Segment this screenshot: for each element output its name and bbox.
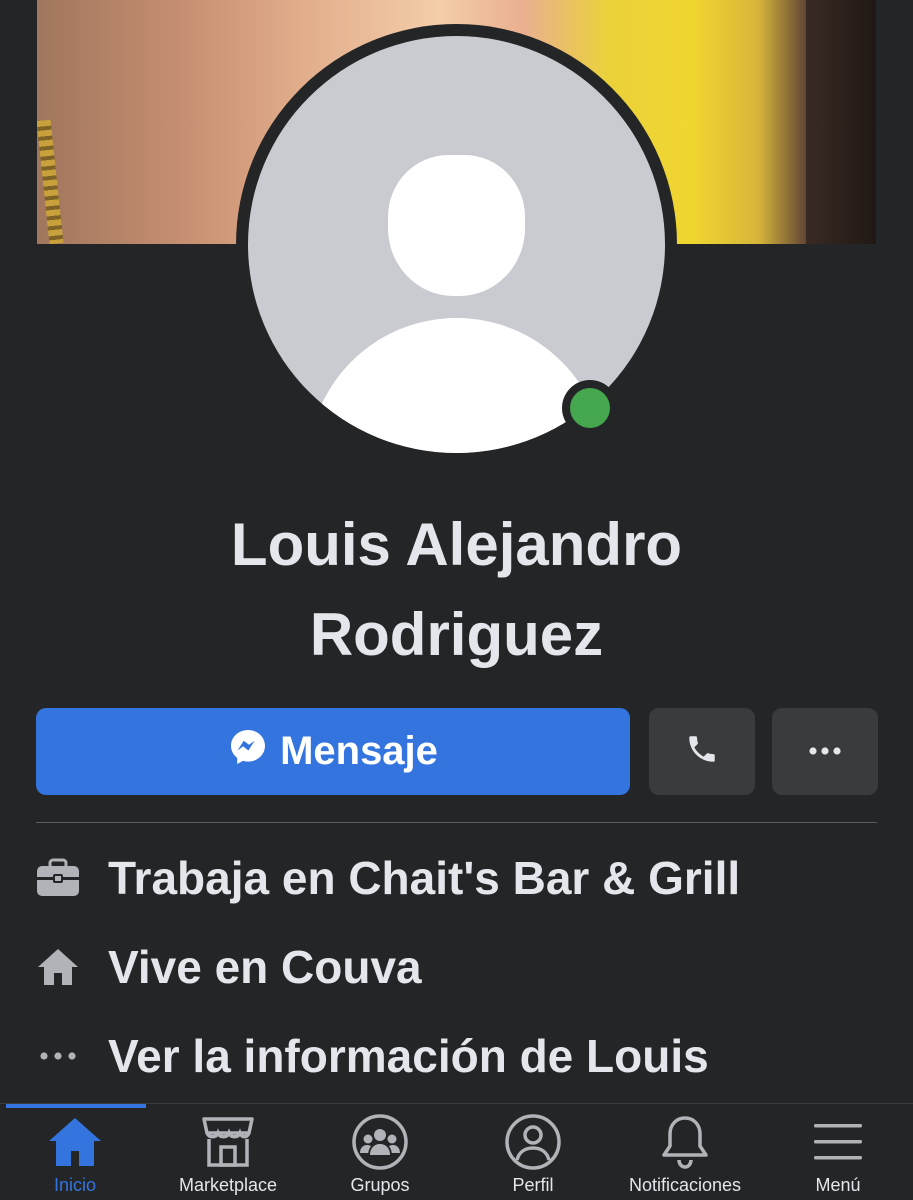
phone-icon [685, 732, 719, 771]
online-dot-icon [570, 388, 610, 428]
info-row-about[interactable]: Ver la información de Louis [0, 1021, 913, 1091]
nav-item-home[interactable]: Inicio [0, 1104, 150, 1200]
home-icon [35, 944, 81, 990]
nav-item-groups[interactable]: Grupos [305, 1104, 455, 1200]
default-avatar-head [388, 155, 525, 296]
menu-icon [809, 1113, 867, 1171]
profile-name: Louis Alejandro Rodriguez [0, 500, 913, 680]
nav-label: Marketplace [178, 1175, 278, 1195]
nav-label: Perfil [512, 1175, 554, 1195]
marketplace-icon [199, 1113, 257, 1171]
nav-item-marketplace[interactable]: Marketplace [153, 1104, 303, 1200]
messenger-icon [228, 727, 268, 777]
online-status-indicator [562, 380, 618, 436]
bell-icon [656, 1113, 714, 1171]
more-icon [808, 743, 842, 761]
nav-label: Inicio [53, 1175, 97, 1195]
nav-label: Grupos [350, 1175, 410, 1195]
profile-name-line1: Louis Alejandro [230, 511, 683, 578]
info-row-location: Vive en Couva [0, 932, 913, 1002]
groups-icon [351, 1113, 409, 1171]
info-work-text: Trabaja en Chait's Bar & Grill [108, 852, 741, 904]
briefcase-icon [35, 855, 81, 901]
message-button-label: Mensaje [280, 729, 438, 773]
nav-label: Menú [815, 1175, 861, 1195]
more-options-button[interactable] [772, 708, 878, 795]
nav-label: Notificaciones [628, 1175, 742, 1195]
message-button[interactable]: Mensaje [36, 708, 630, 795]
cover-photo-detail [37, 119, 64, 244]
call-button[interactable] [649, 708, 755, 795]
default-avatar-body [308, 318, 605, 453]
home-icon [46, 1113, 104, 1171]
bottom-nav: Inicio Marketplace Grupos Perfil Notific… [0, 1103, 913, 1200]
info-about-link[interactable]: Ver la información de Louis [108, 1029, 709, 1083]
nav-item-menu[interactable]: Menú [763, 1104, 913, 1200]
more-icon [35, 1033, 81, 1079]
nav-item-notifications[interactable]: Notificaciones [610, 1104, 760, 1200]
info-row-work: Trabaja en Chait's Bar & Grill [0, 843, 913, 913]
nav-item-profile[interactable]: Perfil [458, 1104, 608, 1200]
profile-icon [504, 1113, 562, 1171]
info-location-text: Vive en Couva [108, 941, 422, 993]
cover-photo-detail [806, 0, 876, 244]
profile-name-line2: Rodriguez [309, 601, 604, 668]
divider [36, 822, 877, 823]
